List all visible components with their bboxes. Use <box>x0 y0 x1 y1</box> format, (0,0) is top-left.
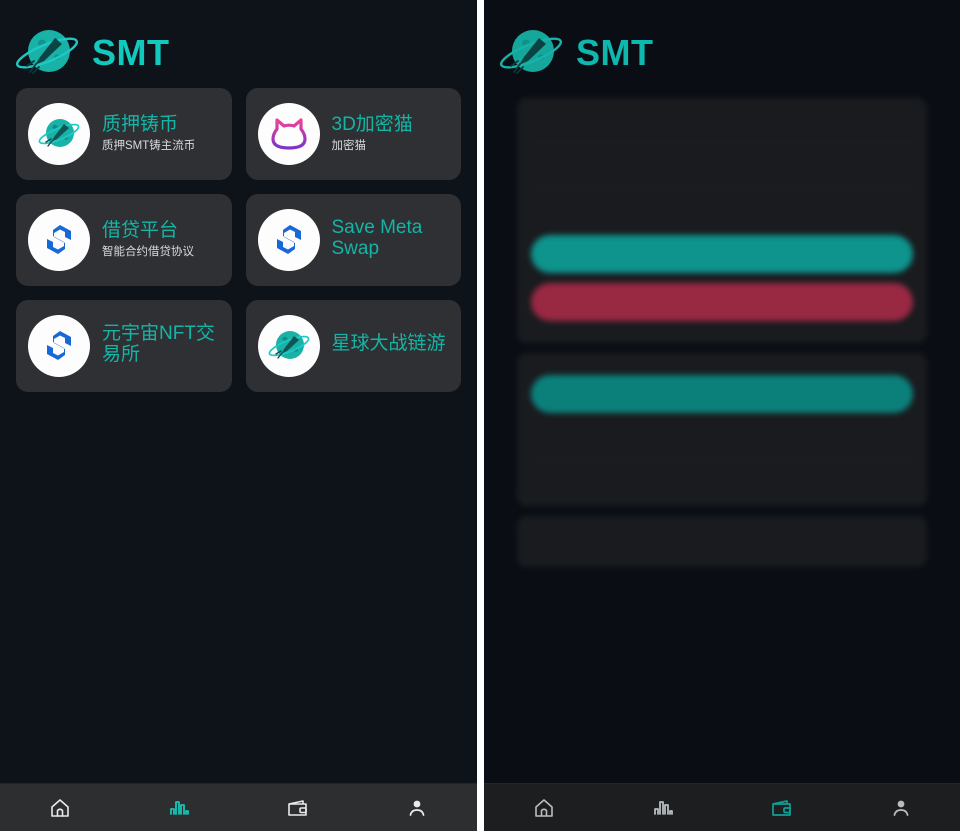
bottom-nav-right <box>484 783 960 831</box>
save-meta-s-icon <box>257 209 320 271</box>
background-row <box>531 110 913 137</box>
crypto-cat-icon <box>257 103 320 165</box>
save-meta-s-icon <box>28 315 90 377</box>
background-button <box>531 283 913 321</box>
planet-rocket-icon <box>12 24 82 82</box>
nav-item-wallet[interactable] <box>239 784 358 831</box>
chart-icon <box>651 796 675 820</box>
app-card-text: Save Meta Swap <box>332 217 450 264</box>
background-divider <box>531 189 913 190</box>
background-card <box>517 516 927 567</box>
nav-item-home[interactable] <box>0 784 119 831</box>
app-card-metaverse-nft-exchange[interactable]: 元宇宙NFT交易所 <box>16 300 232 392</box>
background-row <box>531 423 913 450</box>
home-icon <box>532 796 556 820</box>
nav-item-profile[interactable] <box>358 784 477 831</box>
app-brand-header: SMT <box>0 0 477 88</box>
background-row <box>531 154 913 181</box>
right-phone-panel: SMT <box>484 0 960 831</box>
nav-item-chart[interactable] <box>603 784 722 831</box>
save-meta-s-icon <box>28 209 90 271</box>
app-card-title: 元宇宙NFT交易所 <box>102 322 215 365</box>
app-card-text: 借贷平台 智能合约借贷协议 <box>102 220 194 259</box>
nav-item-wallet[interactable] <box>722 784 841 831</box>
app-card-lending-platform[interactable]: 借贷平台 智能合约借贷协议 <box>16 194 232 286</box>
app-card-text: 星球大战链游 <box>332 333 446 358</box>
person-icon <box>889 796 913 820</box>
wallet-icon <box>770 796 794 820</box>
background-row <box>531 198 913 225</box>
planet-rocket-icon <box>496 24 566 82</box>
background-card <box>517 98 927 343</box>
chart-icon <box>167 796 191 820</box>
app-card-text: 质押铸币 质押SMT铸主流币 <box>102 114 195 153</box>
app-card-3d-crypto-cat[interactable]: 3D加密猫 加密猫 <box>245 88 461 180</box>
app-card-title: 借贷平台 <box>102 220 179 242</box>
app-card-text: 元宇宙NFT交易所 <box>102 323 220 370</box>
app-card-text: 3D加密猫 加密猫 <box>332 114 413 153</box>
app-card-subtitle: 智能合约借贷协议 <box>102 245 194 258</box>
app-card-save-meta-swap[interactable]: Save Meta Swap <box>245 194 461 286</box>
panel-divider <box>477 0 484 831</box>
app-card-title: 3D加密猫 <box>331 114 413 136</box>
person-icon <box>405 796 429 820</box>
app-card-grid: 质押铸币 质押SMT铸主流币 3D加密猫 加密猫 借贷平台 智能合约借贷协议 S… <box>0 88 477 392</box>
background-divider <box>531 145 913 146</box>
app-brand-header: SMT <box>484 0 960 88</box>
background-row <box>531 528 913 555</box>
background-button <box>531 375 913 413</box>
app-card-subtitle: 质押SMT铸主流币 <box>102 139 196 152</box>
left-phone-panel: SMT 质押铸币 质押SMT铸主流币 3D加密猫 加密猫 借贷平台 智能合约借贷… <box>0 0 477 831</box>
app-card-stake-mint[interactable]: 质押铸币 质押SMT铸主流币 <box>16 88 232 180</box>
wallet-icon <box>286 796 310 820</box>
background-page-content <box>517 98 927 577</box>
app-card-title: 质押铸币 <box>102 114 179 136</box>
app-card-subtitle: 加密猫 <box>331 139 367 152</box>
nav-item-chart[interactable] <box>119 784 238 831</box>
background-row <box>531 467 913 494</box>
nav-item-profile[interactable] <box>841 784 960 831</box>
app-card-title: Save Meta Swap <box>331 216 423 259</box>
planet-rocket-icon <box>257 315 320 377</box>
app-card-title: 星球大战链游 <box>331 333 446 355</box>
brand-name-label: SMT <box>576 32 654 73</box>
nav-item-home[interactable] <box>484 784 603 831</box>
bottom-nav-left <box>0 783 477 831</box>
app-card-star-war-chain-game[interactable]: 星球大战链游 <box>245 300 461 392</box>
dual-phone-screenshot: SMT 质押铸币 质押SMT铸主流币 3D加密猫 加密猫 借贷平台 智能合约借贷… <box>0 0 960 831</box>
background-card <box>517 353 927 506</box>
background-divider <box>531 458 913 459</box>
background-button <box>531 235 913 273</box>
home-icon <box>48 796 72 820</box>
planet-rocket-icon <box>28 103 90 165</box>
brand-name-label: SMT <box>92 32 170 73</box>
